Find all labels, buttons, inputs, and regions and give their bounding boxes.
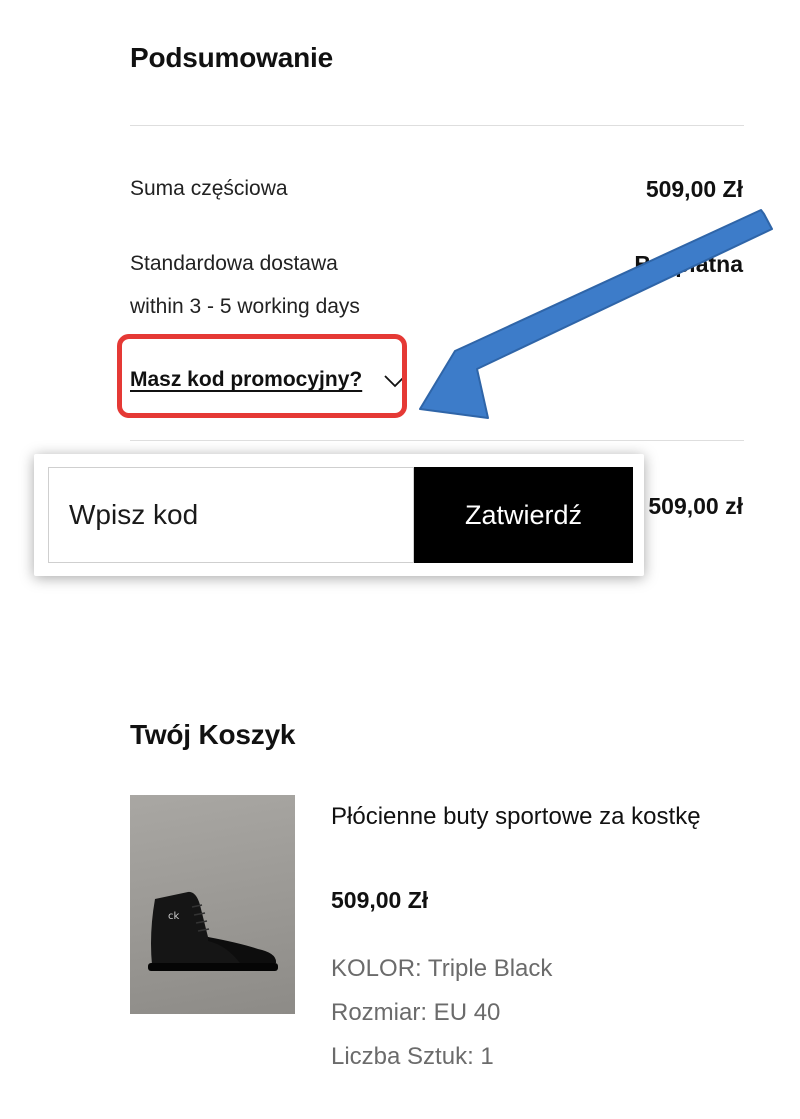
divider — [130, 440, 744, 441]
subtotal-value: 509,00 Zł — [645, 176, 743, 202]
shipping-value: Bezpłatna — [634, 251, 743, 277]
subtotal-label: Suma częściowa — [130, 177, 288, 200]
promo-code-toggle[interactable]: Masz kod promocyjny? — [130, 368, 362, 392]
divider — [130, 125, 744, 126]
sneaker-image: ck — [148, 891, 278, 971]
shipping-label: Standardowa dostawa — [130, 252, 338, 275]
product-quantity: Liczba Sztuk: 1 — [331, 1043, 494, 1070]
shipping-note: within 3 - 5 working days — [130, 295, 360, 318]
chevron-down-icon[interactable] — [384, 374, 406, 388]
product-price: 509,00 Zł — [331, 887, 429, 913]
cart-title: Twój Koszyk — [130, 719, 296, 750]
promo-code-popup: Zatwierdź — [34, 454, 644, 576]
promo-submit-button[interactable]: Zatwierdź — [414, 467, 633, 563]
product-image[interactable]: ck — [130, 795, 295, 1014]
product-size: Rozmiar: EU 40 — [331, 999, 501, 1026]
total-value: 509,00 zł — [648, 493, 743, 519]
promo-code-input[interactable] — [48, 467, 414, 563]
product-name[interactable]: Płócienne buty sportowe za kostkę — [331, 798, 711, 835]
summary-title: Podsumowanie — [130, 42, 333, 73]
svg-text:ck: ck — [168, 911, 179, 922]
product-color: KOLOR: Triple Black — [331, 955, 553, 982]
